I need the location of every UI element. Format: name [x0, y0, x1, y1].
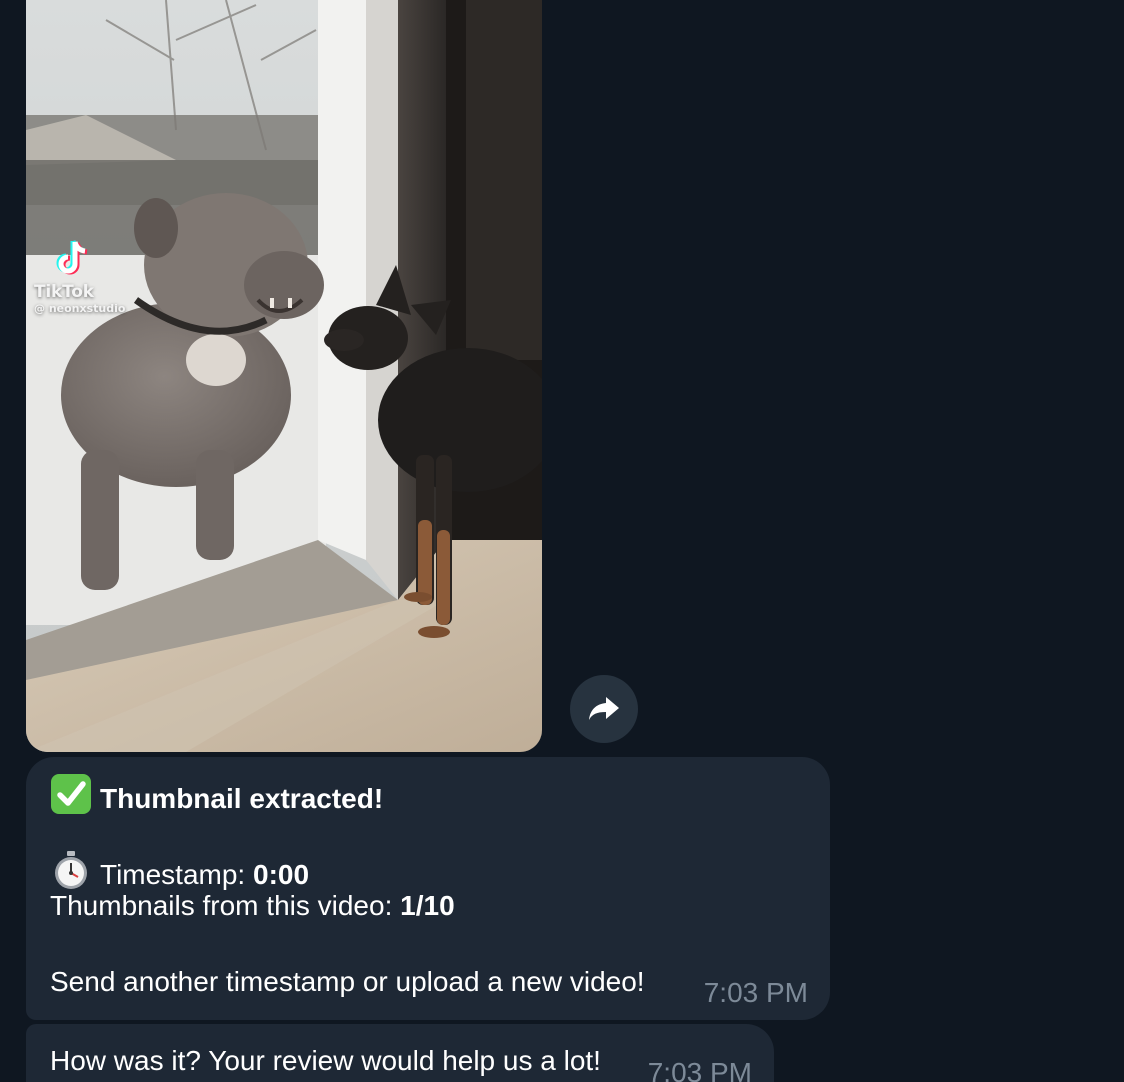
- tiktok-watermark: TikTok @ neonxstudio: [34, 238, 125, 315]
- forward-arrow-icon: [589, 697, 619, 720]
- tiktok-brand-label: TikTok: [34, 282, 94, 302]
- photo-scene: [26, 0, 542, 752]
- thumbnail-count-value: 1/10: [400, 890, 455, 921]
- message-footer-text: Send another timestamp or upload a new v…: [50, 966, 645, 997]
- video-thumbnail-photo[interactable]: TikTok @ neonxstudio: [26, 0, 542, 752]
- check-mark-button-icon: [51, 774, 91, 814]
- timestamp-label: Timestamp:: [100, 859, 253, 890]
- bot-message-review-request: How was it? Your review would help us a …: [26, 1024, 774, 1082]
- chat-area: TikTok @ neonxstudio Thumbnail extracted…: [0, 0, 1124, 1082]
- message-title: Thumbnail extracted!: [100, 783, 384, 814]
- stopwatch-icon: [55, 851, 87, 889]
- thumbnail-count-line: Thumbnails from this video: 1/10: [50, 887, 806, 925]
- tiktok-logo-icon: [56, 240, 88, 275]
- review-request-text: How was it? Your review would help us a …: [50, 1045, 601, 1076]
- message-time: 7:03 PM: [647, 1057, 752, 1082]
- timestamp-line: Timestamp: 0:00: [50, 849, 806, 890]
- forward-button[interactable]: [570, 675, 638, 743]
- thumbnail-count-label: Thumbnails from this video:: [50, 890, 401, 921]
- message-title-line: Thumbnail extracted!: [50, 773, 806, 814]
- bot-message-thumbnail-extracted: Thumbnail extracted! Timestamp: 0:00 Thu…: [26, 757, 830, 1020]
- tiktok-username: @ neonxstudio: [34, 302, 126, 315]
- message-time: 7:03 PM: [703, 977, 808, 1008]
- timestamp-value: 0:00: [253, 859, 310, 890]
